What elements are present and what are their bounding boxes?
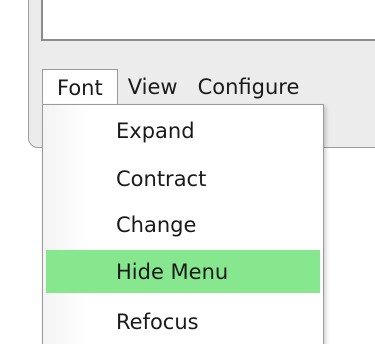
- menu-item-refocus[interactable]: Refocus: [46, 300, 320, 343]
- font-dropdown-menu: Expand Contract Change Hide Menu Refocus: [42, 104, 324, 344]
- screen: cs Font View Configure Expand Contract C…: [0, 0, 375, 344]
- menu-item-change[interactable]: Change: [46, 203, 320, 246]
- menu-item-hide-menu[interactable]: Hide Menu: [46, 250, 320, 293]
- menu-font[interactable]: Font: [42, 69, 118, 105]
- content-panel: [41, 0, 375, 41]
- menu-configure[interactable]: Configure: [188, 69, 310, 105]
- menu-view[interactable]: View: [118, 69, 188, 105]
- menu-item-contract[interactable]: Contract: [46, 157, 320, 200]
- menu-bar: Font View Configure: [42, 69, 375, 105]
- menu-item-expand[interactable]: Expand: [46, 109, 320, 152]
